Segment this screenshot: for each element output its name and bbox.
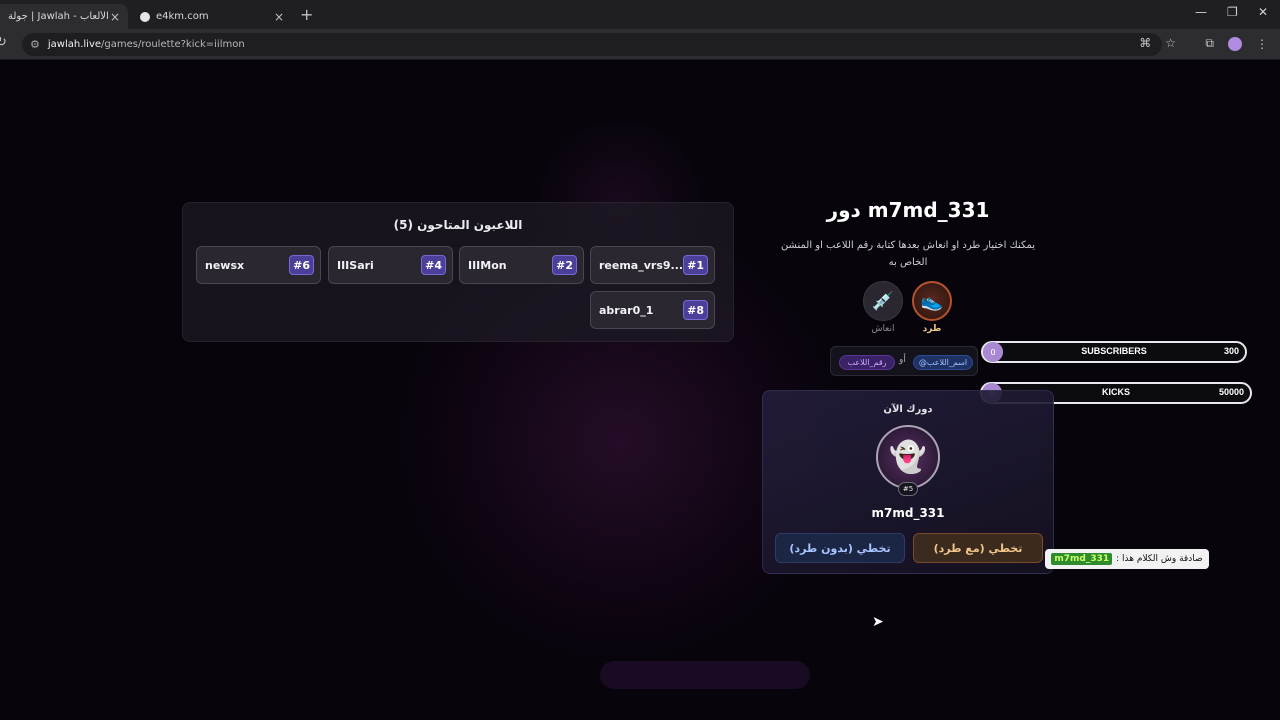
bookmark-star-icon[interactable]: ☆ (1165, 36, 1176, 50)
extensions-icon[interactable]: ⧉ (1205, 36, 1214, 51)
close-tab-icon[interactable]: × (110, 10, 120, 24)
players-title: اللاعبون المتاحون (5) (393, 218, 523, 232)
player-number-chip: رقم_اللاعب (839, 355, 895, 370)
player-card[interactable]: reema_vrs9... #1 (590, 246, 715, 284)
url-host: jawlah.live (47, 39, 102, 50)
revive-action-button[interactable]: 💉 (863, 281, 903, 321)
current-turn-label: دورك الآن (883, 404, 933, 415)
subscribers-progress-bar: 0 SUBSCRIBERS 300 (981, 341, 1247, 363)
player-mention-chip: @اسم_اللاعب (913, 355, 973, 370)
kicks-max: 50000 (1218, 387, 1244, 397)
player-number: #8 (683, 300, 708, 320)
kebab-menu-icon[interactable]: ⋮ (1256, 37, 1268, 51)
player-name: IIIMon (468, 258, 507, 272)
toast-username: m7md_331 (1051, 553, 1113, 565)
bottom-glow (600, 661, 810, 689)
player-card[interactable]: IIIMon #2 (459, 246, 584, 284)
syringe-icon: 💉 (871, 290, 895, 312)
avatar[interactable] (1228, 36, 1242, 51)
subscribers-max: 300 (1223, 346, 1239, 356)
chat-toast: صادقة وش الكلام هذا : m7md_331 (1045, 549, 1209, 569)
player-number: #1 (683, 255, 708, 275)
kick-action-label: طرد (922, 324, 942, 334)
minimize-icon[interactable]: — (1195, 5, 1207, 19)
input-hint-box: @اسم_اللاعب أو رقم_اللاعب (830, 346, 978, 376)
tab-title: جولة | Jawlah - منصة الألعاب (8, 11, 110, 22)
restore-icon[interactable]: ❐ (1227, 5, 1238, 19)
reload-icon[interactable]: ↻ (0, 35, 7, 50)
player-number: #6 (289, 255, 314, 275)
close-tab-icon[interactable]: × (274, 10, 284, 24)
ghost-avatar-icon: 👻 (876, 425, 940, 489)
toast-text: صادقة وش الكلام هذا : (1116, 554, 1203, 564)
or-label: أو (899, 355, 906, 365)
site-info-icon[interactable]: ⚙ (30, 38, 40, 51)
player-card[interactable]: IIISari #4 (328, 246, 453, 284)
revive-action-label: انعاش (871, 324, 895, 334)
turn-title: دور m7md_331 (826, 198, 990, 222)
browser-tab-bar: جولة | Jawlah - منصة الألعاب × e4km.com … (0, 0, 1280, 29)
player-card[interactable]: newsx #6 (196, 246, 321, 284)
address-bar: ↻ ⚙ jawlah.live/games/roulette?kick=iilm… (0, 29, 1280, 60)
current-turn-card: دورك الآن 👻 #5 m7md_331 تخطي (مع طرد) تخ… (762, 390, 1054, 574)
available-players-panel: اللاعبون المتاحون (5) reema_vrs9... #1 I… (182, 202, 734, 342)
url-path: /games/roulette?kick=iilmon (101, 39, 245, 50)
current-player-name: m7md_331 (871, 506, 945, 520)
kick-action-button[interactable]: 👟 (912, 281, 952, 321)
mouse-cursor-icon: ➤ (872, 614, 884, 630)
globe-icon (140, 11, 150, 22)
player-name: reema_vrs9... (599, 258, 684, 272)
subscribers-label: SUBSCRIBERS (1081, 346, 1147, 356)
translate-icon[interactable]: ⌘ (1139, 36, 1151, 50)
tab-e4km[interactable]: e4km.com × (132, 4, 292, 29)
skip-without-kick-button[interactable]: تخطي (بدون طرد) (775, 533, 905, 563)
skip-with-kick-button[interactable]: تخطي (مع طرد) (913, 533, 1043, 563)
player-number: #4 (421, 255, 446, 275)
player-name: newsx (205, 258, 245, 272)
close-window-icon[interactable]: ✕ (1258, 5, 1268, 19)
player-number: #2 (552, 255, 577, 275)
player-card[interactable]: abrar0_1 #8 (590, 291, 715, 329)
game-page: اللاعبون المتاحون (5) reema_vrs9... #1 I… (0, 61, 1280, 720)
shoe-kick-icon: 👟 (920, 290, 944, 312)
url-input[interactable]: ⚙ jawlah.live/games/roulette?kick=iilmon (22, 33, 1162, 56)
turn-description: يمكنك اختيار طرد او انعاش بعدها كتابة رق… (780, 240, 1036, 268)
tab-title: e4km.com (156, 11, 209, 22)
player-name: IIISari (337, 258, 374, 272)
tab-jawlah[interactable]: جولة | Jawlah - منصة الألعاب × (0, 4, 128, 29)
player-name: abrar0_1 (599, 303, 654, 317)
new-tab-icon[interactable]: + (300, 5, 313, 24)
player-number-badge: #5 (898, 482, 918, 496)
